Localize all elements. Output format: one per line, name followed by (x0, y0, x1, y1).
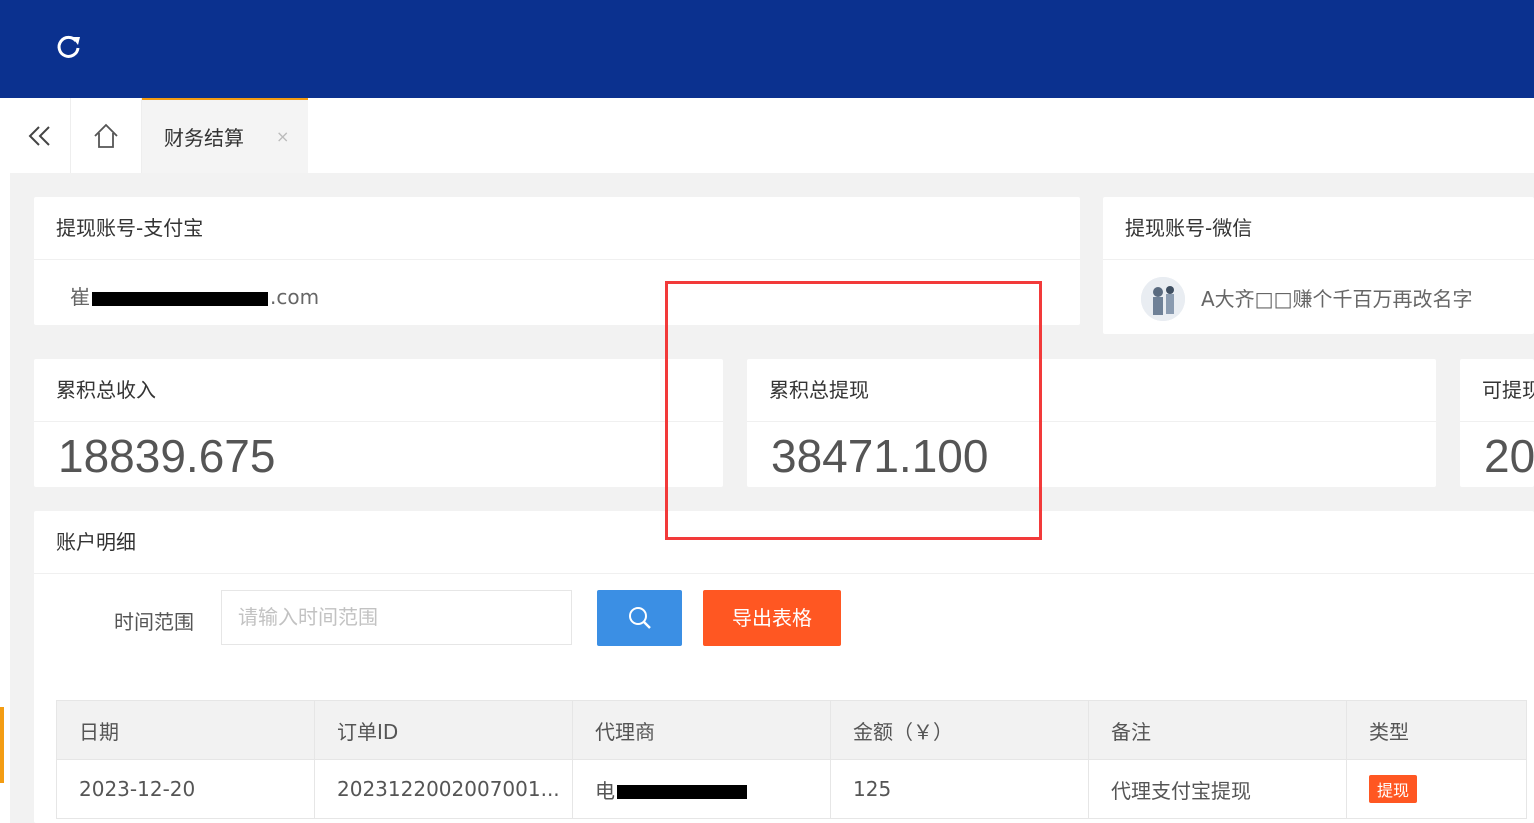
cell-note: 代理支付宝提现 (1088, 759, 1347, 819)
export-table-button[interactable]: 导出表格 (703, 590, 841, 646)
column-header-date[interactable]: 日期 (56, 700, 315, 760)
stat-title: 可提现 (1460, 359, 1534, 422)
time-range-input[interactable]: 请输入时间范围 (221, 590, 572, 645)
account-details-table: 日期 订单ID 代理商 金额（￥） 备注 类型 2023-12-20 20231… (56, 700, 1527, 819)
account-details-card: 账户明细 时间范围 请输入时间范围 导出表格 日期 订单ID 代理商 金额（￥）… (34, 511, 1534, 823)
wechat-account-card: 提现账号-微信 A大齐□□赚个千百万再改名字 (1103, 197, 1534, 334)
double-chevron-left-icon (28, 125, 50, 146)
stat-value: 18839.675 (58, 430, 276, 482)
avatar (1141, 277, 1185, 321)
column-header-type[interactable]: 类型 (1346, 700, 1527, 760)
time-range-label: 时间范围 (114, 610, 194, 634)
table-row[interactable]: 2023-12-20 2023122002007001... 电 125 代理支… (56, 759, 1527, 819)
refresh-icon[interactable] (54, 32, 84, 62)
column-header-order-id[interactable]: 订单ID (314, 700, 573, 760)
close-icon[interactable]: × (276, 127, 289, 146)
search-icon (628, 607, 651, 629)
alipay-account: 崔 .com (70, 285, 320, 309)
stat-title: 累积总收入 (34, 359, 723, 422)
table-header-row: 日期 订单ID 代理商 金额（￥） 备注 类型 (56, 700, 1527, 760)
cell-amount: 125 (830, 759, 1089, 819)
column-header-note[interactable]: 备注 (1088, 700, 1347, 760)
search-button[interactable] (597, 590, 682, 646)
sidebar-accent (0, 707, 4, 783)
redaction-bar (92, 291, 268, 306)
top-header (0, 0, 1534, 98)
alipay-card-title: 提现账号-支付宝 (34, 197, 1080, 260)
redaction-bar (617, 785, 747, 799)
stat-card-total-income: 累积总收入 18839.675 (34, 359, 723, 487)
cell-agent: 电 (572, 759, 831, 819)
wechat-nickname: A大齐□□赚个千百万再改名字 (1201, 287, 1473, 311)
stat-card-withdrawable: 可提现 20 (1460, 359, 1534, 487)
tab-bar: 财务结算 × (10, 98, 1534, 173)
column-header-amount[interactable]: 金额（￥） (830, 700, 1089, 760)
home-tab[interactable] (71, 98, 142, 173)
tab-finance-settlement[interactable]: 财务结算 × (142, 98, 308, 173)
cell-date: 2023-12-20 (56, 759, 315, 819)
highlight-annotation-box (665, 281, 1042, 540)
cell-type: 提现 (1346, 759, 1527, 819)
home-icon (94, 123, 118, 148)
collapse-sidebar-button[interactable] (10, 98, 71, 173)
column-header-agent[interactable]: 代理商 (572, 700, 831, 760)
tab-label: 财务结算 (164, 126, 244, 150)
stat-value: 20 (1484, 430, 1534, 482)
wechat-card-title: 提现账号-微信 (1103, 197, 1534, 260)
cell-order-id: 2023122002007001... (314, 759, 573, 819)
type-badge: 提现 (1369, 775, 1418, 803)
